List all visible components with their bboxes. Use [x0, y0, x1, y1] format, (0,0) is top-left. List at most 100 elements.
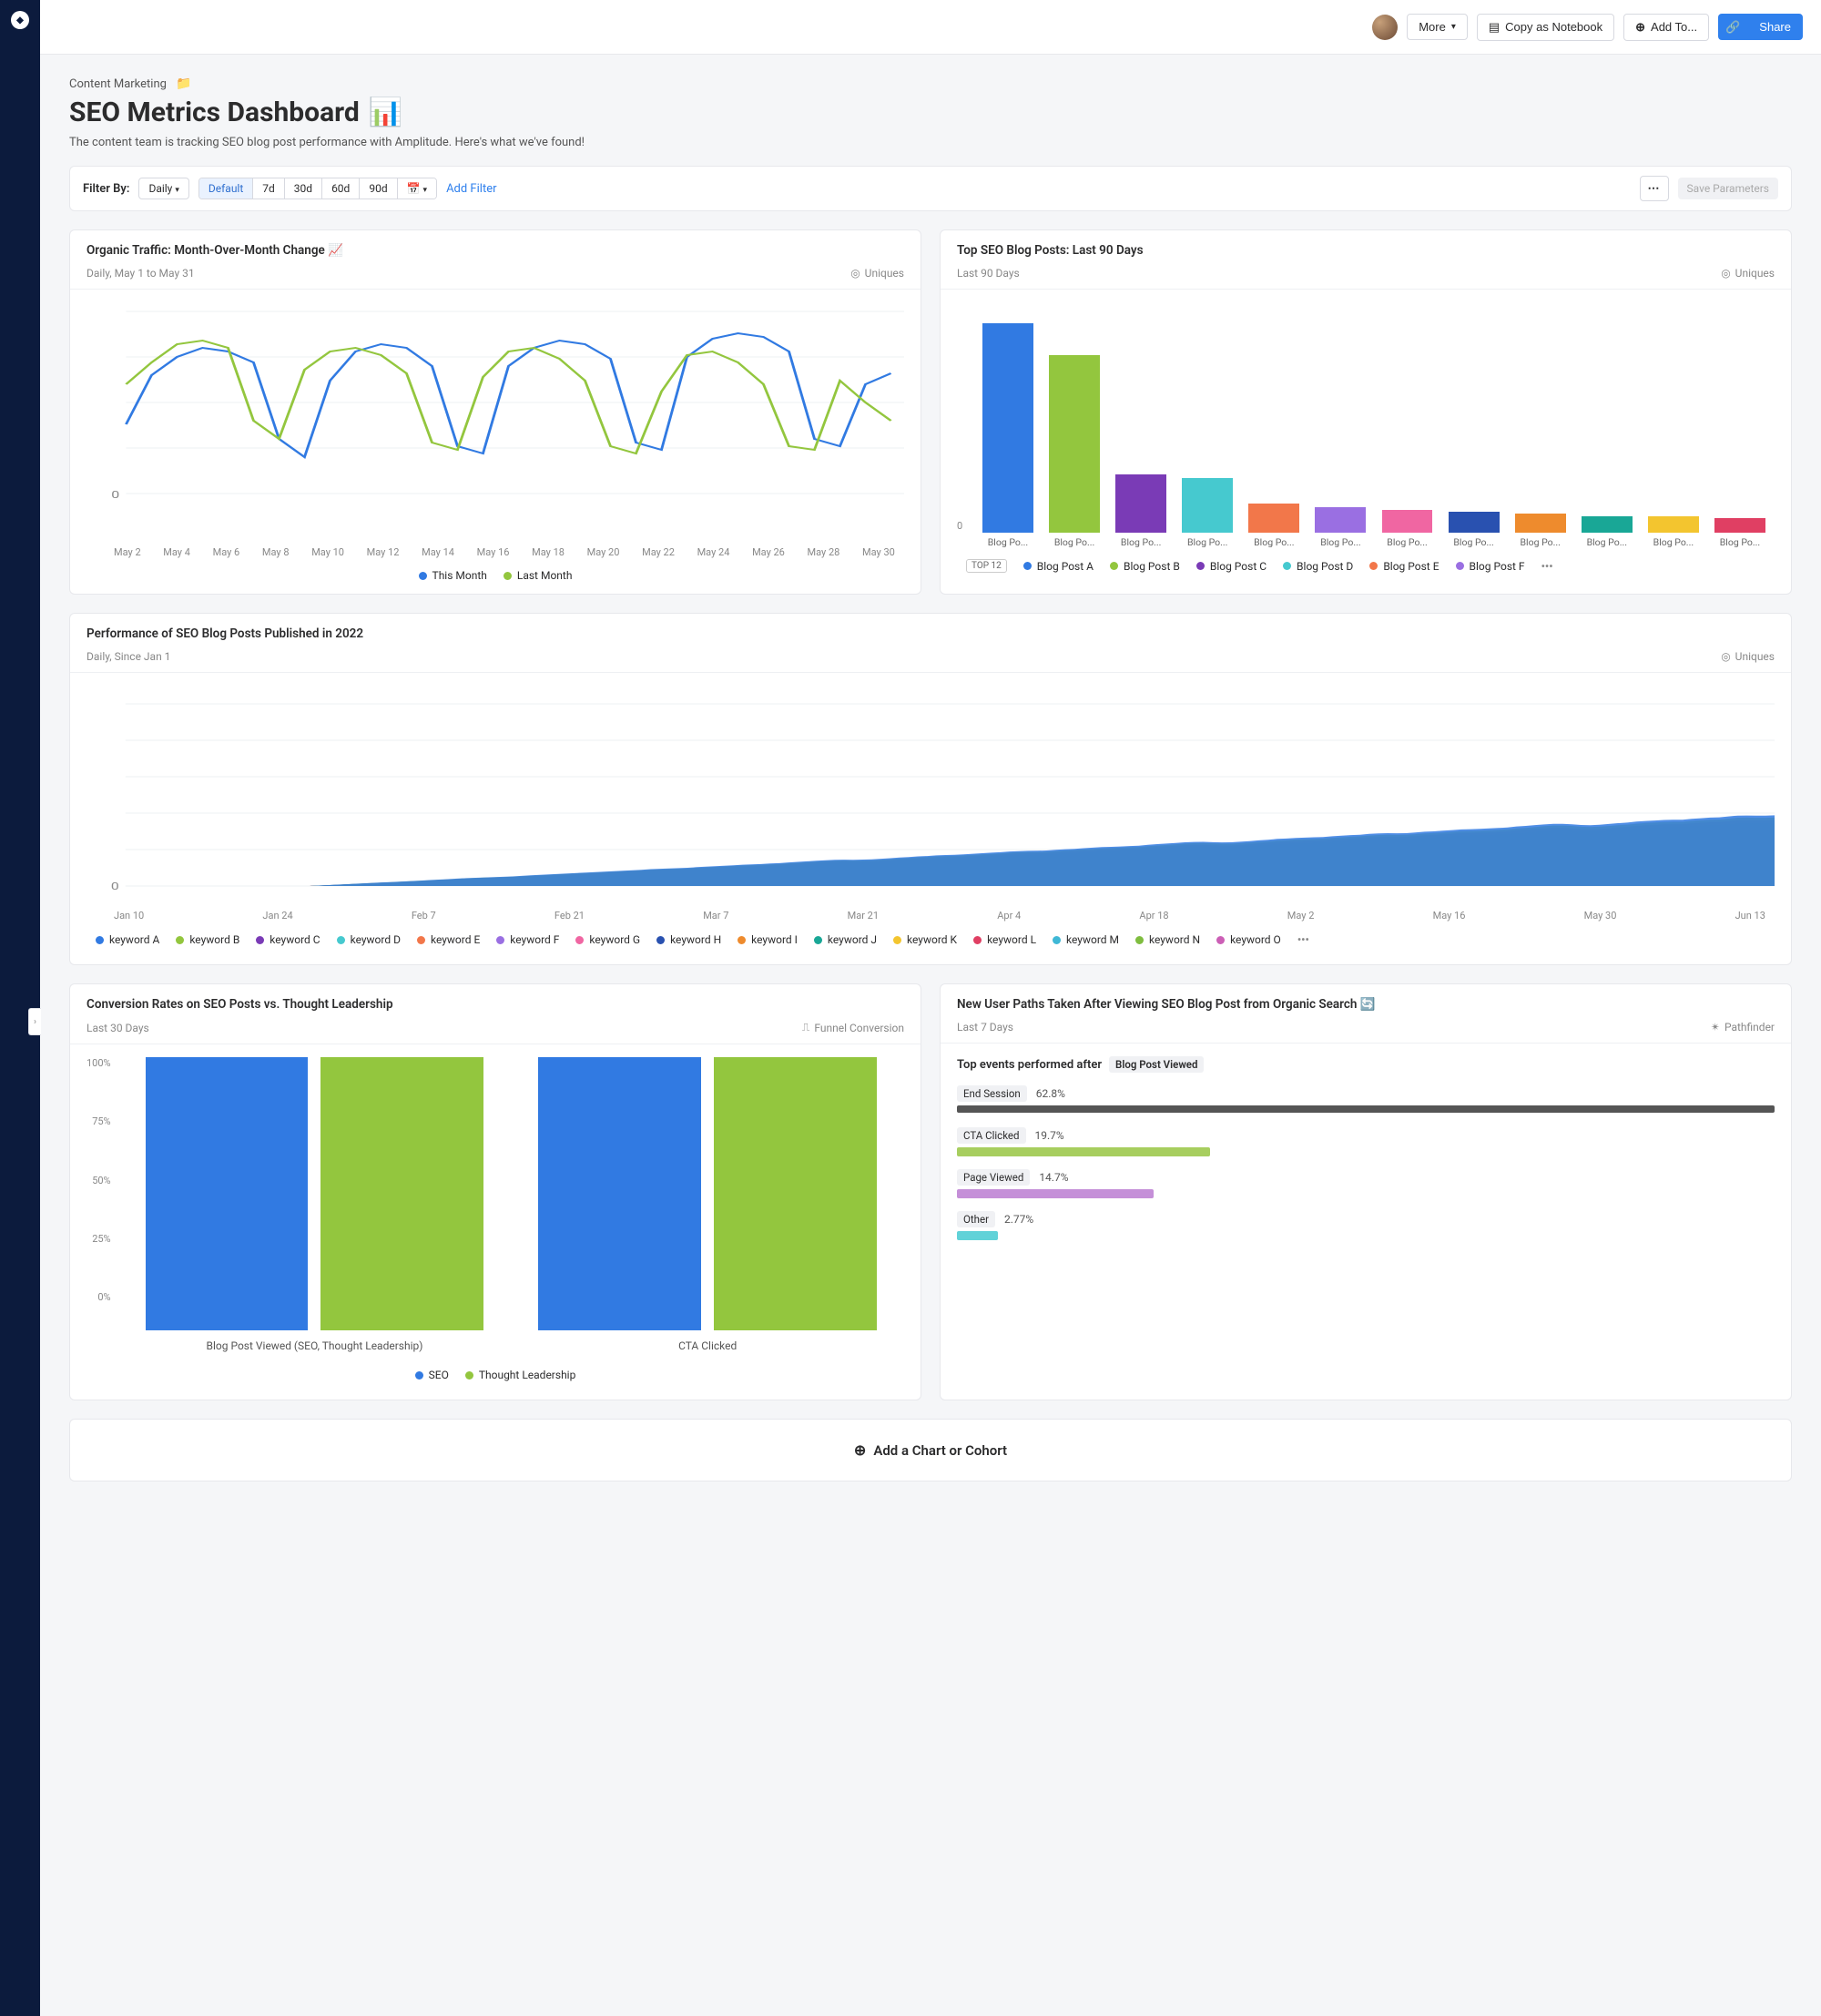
add-filter-link[interactable]: Add Filter: [446, 182, 496, 196]
legend-item[interactable]: keyword B: [176, 933, 239, 946]
card-pathfinder: New User Paths Taken After Viewing SEO B…: [940, 983, 1792, 1400]
funnel-icon: ⎍: [802, 1021, 809, 1034]
uniques-icon: ◎: [1721, 267, 1730, 280]
uniques-icon: ◎: [850, 267, 860, 280]
legend-item[interactable]: Blog Post B: [1110, 559, 1180, 573]
interval-select[interactable]: Daily ▾: [138, 178, 188, 199]
range-30d[interactable]: 30d: [285, 178, 322, 199]
legend-this-month[interactable]: This Month: [419, 569, 487, 582]
path-row[interactable]: Page Viewed14.7%: [957, 1169, 1775, 1198]
range-default[interactable]: Default: [199, 178, 253, 199]
link-icon: 🔗: [1725, 20, 1740, 35]
path-row[interactable]: CTA Clicked19.7%: [957, 1127, 1775, 1156]
range-custom[interactable]: 📅 ▾: [398, 178, 436, 199]
notebook-icon: ▤: [1489, 20, 1500, 35]
path-row[interactable]: Other2.77%: [957, 1211, 1775, 1240]
x-label: Blog Post Viewed (SEO, Thought Leadershi…: [146, 1332, 484, 1352]
topbar: More ▾ ▤ Copy as Notebook ⊕ Add To... 🔗 …: [40, 0, 1821, 55]
card-performance: Performance of SEO Blog Posts Published …: [69, 613, 1792, 965]
top-tag: TOP 12: [966, 559, 1007, 573]
legend-item[interactable]: Blog Post E: [1369, 559, 1439, 573]
app-logo-icon[interactable]: ◆: [11, 11, 29, 29]
breadcrumb-text[interactable]: Content Marketing: [69, 77, 167, 91]
card-title: New User Paths Taken After Viewing SEO B…: [957, 997, 1775, 1012]
legend-seo[interactable]: SEO: [415, 1369, 449, 1381]
legend-last-month[interactable]: Last Month: [504, 569, 573, 582]
funnel-chart[interactable]: 100%75%50%25%0% Blog Post Viewed (SEO, T…: [86, 1057, 904, 1330]
chart-emoji-icon: 📊: [369, 97, 402, 128]
legend-item[interactable]: keyword A: [96, 933, 159, 946]
bar-chart[interactable]: Blog Po...Blog Po...Blog Po...Blog Po...…: [982, 302, 1775, 548]
add-chart-button[interactable]: ⊕ Add a Chart or Cohort: [69, 1419, 1792, 1481]
save-parameters-button[interactable]: Save Parameters: [1678, 178, 1778, 199]
line-chart[interactable]: 0 May 2May 4May 6May 8May 10May 12May 14…: [86, 302, 904, 575]
chevron-down-icon: ▾: [1451, 22, 1456, 32]
card-meta: ✴Pathfinder: [1711, 1021, 1775, 1033]
filter-label: Filter By:: [83, 182, 129, 196]
card-meta: ◎Uniques: [850, 267, 904, 280]
filter-more-button[interactable]: ⋯: [1640, 176, 1669, 201]
legend-item[interactable]: keyword K: [893, 933, 957, 946]
card-meta: ⎍Funnel Conversion: [802, 1021, 904, 1034]
legend-item[interactable]: Blog Post D: [1283, 559, 1353, 573]
legend-thought[interactable]: Thought Leadership: [465, 1369, 576, 1381]
copy-notebook-button[interactable]: ▤ Copy as Notebook: [1477, 14, 1614, 41]
card-subtitle: Last 90 Days: [957, 267, 1020, 280]
card-subtitle: Last 30 Days: [86, 1022, 149, 1034]
card-organic-traffic: Organic Traffic: Month-Over-Month Change…: [69, 229, 921, 595]
legend-item[interactable]: keyword J: [814, 933, 877, 946]
legend-more[interactable]: •••: [1297, 933, 1309, 946]
legend-more[interactable]: •••: [1541, 559, 1553, 573]
svg-text:0: 0: [111, 489, 119, 501]
breadcrumb: Content Marketing 📁: [69, 76, 1792, 91]
legend-item[interactable]: keyword F: [496, 933, 559, 946]
card-title: Top SEO Blog Posts: Last 90 Days: [957, 243, 1775, 258]
expand-rail-icon[interactable]: ›: [28, 1008, 41, 1035]
legend-item[interactable]: keyword D: [337, 933, 401, 946]
path-row[interactable]: End Session62.8%: [957, 1085, 1775, 1115]
legend-item[interactable]: keyword O: [1216, 933, 1281, 946]
card-title: Performance of SEO Blog Posts Published …: [86, 626, 1775, 641]
link-button[interactable]: 🔗: [1718, 14, 1747, 40]
legend-item[interactable]: keyword L: [973, 933, 1036, 946]
svg-text:0: 0: [111, 881, 119, 892]
range-60d[interactable]: 60d: [322, 178, 360, 199]
page-subtitle: The content team is tracking SEO blog po…: [69, 136, 1792, 149]
calendar-icon: 📅: [407, 182, 421, 195]
more-button[interactable]: More ▾: [1407, 14, 1468, 40]
card-top-posts: Top SEO Blog Posts: Last 90 Days Last 90…: [940, 229, 1792, 595]
legend-item[interactable]: keyword C: [256, 933, 320, 946]
uniques-icon: ◎: [1721, 650, 1730, 663]
legend-item[interactable]: Blog Post A: [1023, 559, 1094, 573]
plus-circle-icon: ⊕: [854, 1441, 866, 1459]
legend-item[interactable]: keyword I: [738, 933, 798, 946]
pathfinder-icon: ✴: [1711, 1021, 1720, 1033]
x-label: CTA Clicked: [538, 1332, 877, 1352]
card-subtitle: Daily, May 1 to May 31: [86, 267, 195, 280]
avatar[interactable]: [1372, 15, 1398, 40]
page-title: SEO Metrics Dashboard📊: [69, 97, 1792, 128]
area-chart[interactable]: 0 Jan 10Jan 24Feb 7Feb 21Mar 7Mar 21Apr …: [86, 686, 1775, 922]
legend-item[interactable]: keyword H: [656, 933, 721, 946]
legend-item[interactable]: keyword N: [1135, 933, 1200, 946]
card-subtitle: Daily, Since Jan 1: [86, 650, 170, 663]
legend-item[interactable]: keyword M: [1053, 933, 1119, 946]
pathfinder-heading: Top events performed after Blog Post Vie…: [957, 1056, 1775, 1073]
card-meta: ◎Uniques: [1721, 267, 1775, 280]
folder-icon[interactable]: 📁: [176, 76, 191, 91]
card-title: Conversion Rates on SEO Posts vs. Though…: [86, 997, 904, 1012]
card-subtitle: Last 7 Days: [957, 1021, 1013, 1033]
card-title: Organic Traffic: Month-Over-Month Change…: [86, 243, 904, 258]
range-7d[interactable]: 7d: [253, 178, 285, 199]
legend-item[interactable]: Blog Post C: [1196, 559, 1267, 573]
range-90d[interactable]: 90d: [360, 178, 397, 199]
legend-item[interactable]: keyword E: [417, 933, 480, 946]
after-event-tag[interactable]: Blog Post Viewed: [1109, 1056, 1204, 1073]
share-button[interactable]: Share: [1747, 14, 1803, 40]
card-conversion: Conversion Rates on SEO Posts vs. Though…: [69, 983, 921, 1400]
legend-item[interactable]: keyword G: [575, 933, 640, 946]
range-pills: Default 7d 30d 60d 90d 📅 ▾: [198, 178, 437, 199]
add-to-button[interactable]: ⊕ Add To...: [1623, 14, 1709, 41]
legend-item[interactable]: Blog Post F: [1456, 559, 1525, 573]
filter-bar: Filter By: Daily ▾ Default 7d 30d 60d 90…: [69, 166, 1792, 211]
